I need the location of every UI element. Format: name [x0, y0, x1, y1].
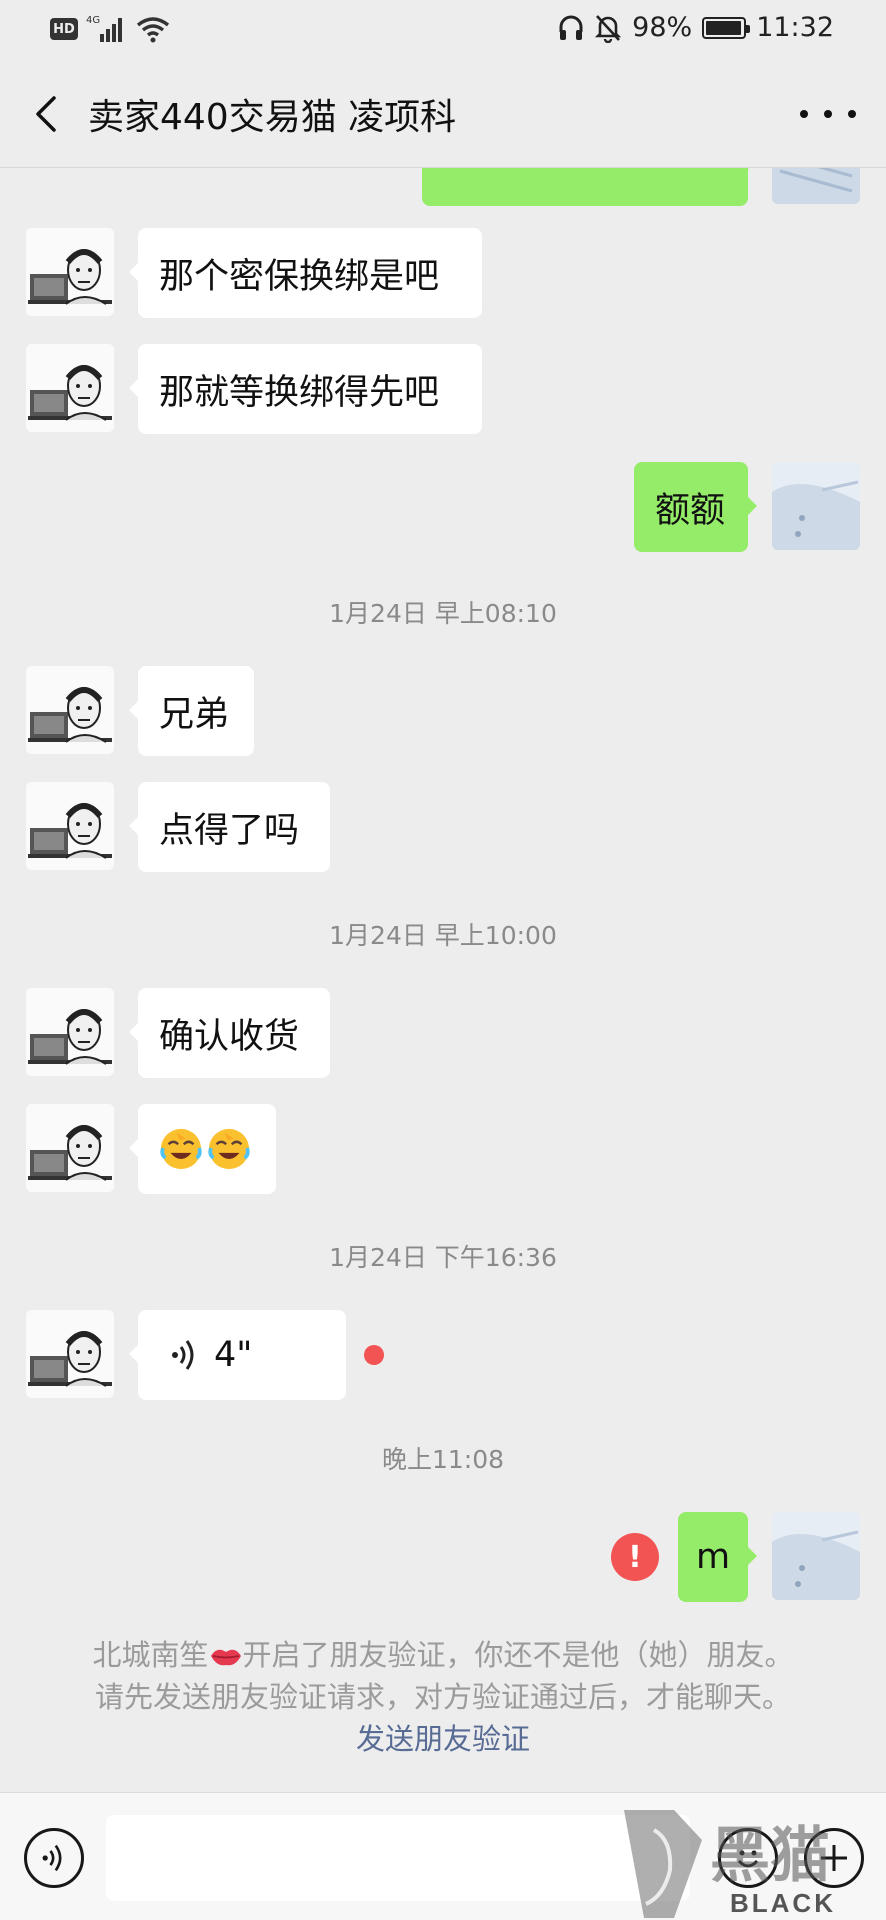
- chat-header: 卖家440交易猫 凌项科: [0, 62, 886, 168]
- contact-avatar[interactable]: [26, 228, 114, 316]
- kiss-lips-icon: [210, 1649, 241, 1666]
- my-avatar[interactable]: [772, 462, 860, 550]
- crying-laughing-emoji-icon: [208, 1128, 250, 1170]
- watermark-brand-text: BLACK CAT: [730, 1888, 836, 1920]
- battery-percent: 98%: [632, 12, 693, 43]
- mute-bell-icon: [595, 14, 622, 43]
- contact-avatar[interactable]: [26, 344, 114, 432]
- message-bubble[interactable]: 兄弟: [129, 666, 254, 756]
- message-bubble-partial[interactable]: [422, 168, 757, 206]
- hd-badge: HD: [50, 18, 78, 40]
- watermark-cn-text: 黑猫: [710, 1821, 830, 1891]
- contact-avatar[interactable]: [26, 782, 114, 870]
- voice-message-bubble[interactable]: 4": [129, 1310, 346, 1400]
- message-bubble[interactable]: 确认收货: [129, 988, 330, 1078]
- unread-dot: [364, 1345, 384, 1365]
- timestamp: 1月24日 早上10:00: [329, 921, 557, 950]
- message-bubble[interactable]: 那个密保换绑是吧: [129, 228, 482, 318]
- notice-line-1: 北城南笙 开启了朋友验证，你还不是他（她）朋友。: [40, 1634, 846, 1676]
- chat-title: 卖家440交易猫 凌项科: [88, 97, 457, 138]
- contact-avatar[interactable]: [26, 666, 114, 754]
- message-bubble-outgoing[interactable]: 额额: [634, 462, 757, 552]
- battery-fill: [706, 20, 742, 35]
- status-bar: HD 4G 98% 11:32: [0, 0, 886, 62]
- voice-wave-glyph: [42, 1844, 62, 1872]
- contact-avatar[interactable]: [26, 988, 114, 1076]
- friend-verification-notice: 北城南笙 开启了朋友验证，你还不是他（她）朋友。 请先发送朋友验证请求，对方验证…: [40, 1634, 846, 1760]
- ellipsis-icon[interactable]: [800, 92, 856, 136]
- network-type-label: 4G: [86, 15, 100, 26]
- dot: [848, 110, 856, 118]
- voice-wave-icon: [172, 1340, 194, 1370]
- status-right-group: 98% 11:32: [558, 12, 834, 43]
- chevron-left-icon[interactable]: [26, 92, 70, 136]
- status-left-group: HD 4G: [50, 14, 170, 44]
- contact-name: 北城南笙: [92, 1638, 209, 1672]
- send-verification-link[interactable]: 发送朋友验证: [40, 1718, 846, 1760]
- my-avatar[interactable]: [772, 168, 860, 204]
- clock-time: 11:32: [756, 12, 834, 43]
- timestamp: 晚上11:08: [381, 1445, 505, 1474]
- contact-avatar[interactable]: [26, 1104, 114, 1192]
- timestamp: 1月24日 下午16:36: [329, 1243, 557, 1272]
- wifi-icon: [136, 17, 170, 43]
- message-bubble-outgoing[interactable]: m: [678, 1512, 757, 1602]
- message-input[interactable]: [106, 1815, 690, 1901]
- my-avatar[interactable]: [772, 1512, 860, 1600]
- notice-line-2: 请先发送朋友验证请求，对方验证通过后，才能聊天。: [94, 1680, 791, 1714]
- dot: [800, 110, 808, 118]
- chat-area[interactable]: 那个密保换绑是吧 那就等换绑得先吧 额额 1月24日 早上08:10 兄弟 点得…: [0, 168, 886, 1792]
- contact-avatar[interactable]: [26, 1310, 114, 1398]
- headphones-icon: [559, 15, 583, 40]
- message-bubble-emoji[interactable]: [129, 1104, 276, 1194]
- message-bubble[interactable]: 点得了吗: [129, 782, 330, 872]
- crying-laughing-emoji-icon: [160, 1128, 202, 1170]
- message-bubble[interactable]: 那就等换绑得先吧: [129, 344, 482, 434]
- send-failed-icon[interactable]: !: [611, 1533, 659, 1581]
- timestamp: 1月24日 早上08:10: [329, 599, 557, 628]
- cellular-signal-icon: 4G: [86, 15, 122, 42]
- battery-icon: [702, 16, 751, 39]
- dot: [824, 110, 832, 118]
- voice-duration: 4": [214, 1335, 253, 1375]
- voice-input-icon[interactable]: [24, 1828, 84, 1888]
- notice-text-1: 开启了朋友验证，你还不是他（她）朋友。: [242, 1638, 794, 1672]
